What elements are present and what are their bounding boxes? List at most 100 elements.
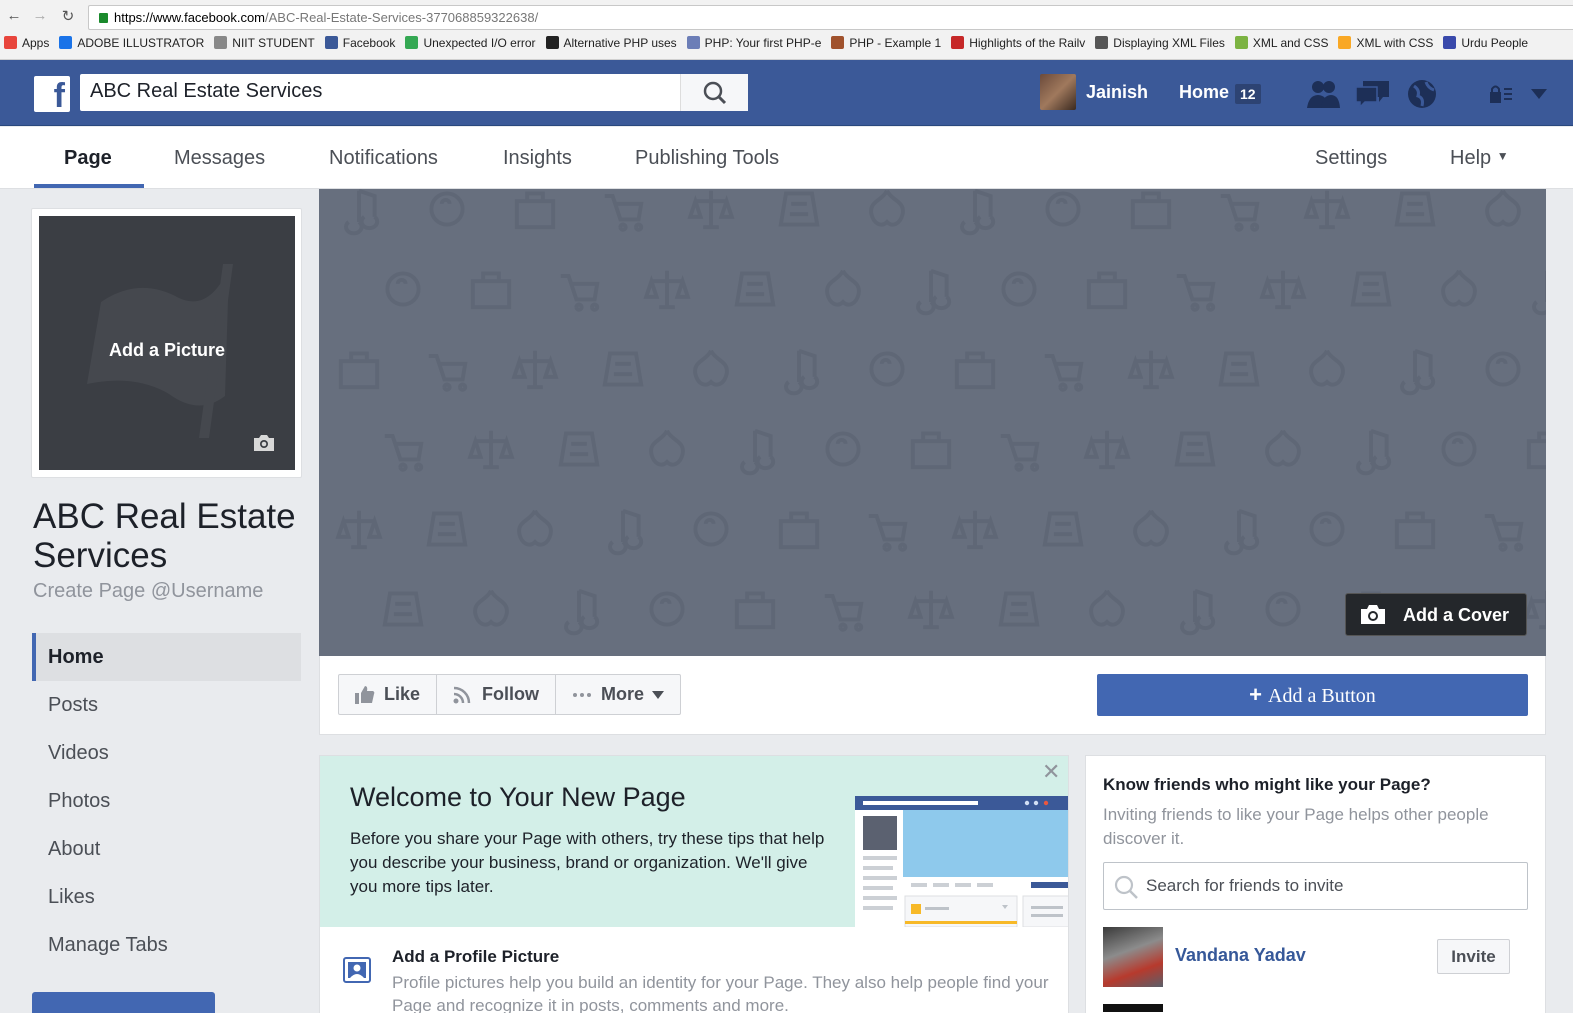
- cover-pattern-icon: [467, 430, 515, 470]
- cover-photo-placeholder[interactable]: [319, 189, 1546, 656]
- cover-pattern-icon: [344, 189, 380, 236]
- tab-publishing-tools[interactable]: Publishing Tools: [635, 147, 779, 170]
- left-nav-about[interactable]: About: [32, 825, 301, 873]
- cover-pattern-icon: [1001, 271, 1037, 307]
- cover-pattern-icon: [869, 351, 905, 387]
- tab-insights[interactable]: Insights: [503, 147, 572, 170]
- reload-icon[interactable]: ↻: [58, 7, 78, 25]
- like-button[interactable]: Like: [339, 675, 438, 714]
- lock-icon: [99, 13, 108, 23]
- camera-icon[interactable]: [253, 434, 275, 452]
- bookmark-item[interactable]: Apps: [4, 36, 49, 50]
- left-nav-likes[interactable]: Likes: [32, 873, 301, 921]
- tip-body: Profile pictures help you build an ident…: [392, 973, 1049, 1013]
- globe-icon[interactable]: [1406, 78, 1438, 110]
- bookmark-item[interactable]: XML and CSS: [1234, 36, 1328, 50]
- cover-pattern-icon: [1130, 191, 1172, 230]
- search-input[interactable]: [80, 74, 670, 109]
- friend-name-link[interactable]: Vandana Yadav: [1175, 945, 1306, 966]
- user-name-link[interactable]: Jainish: [1086, 82, 1148, 103]
- close-icon[interactable]: ✕: [1042, 759, 1060, 785]
- add-picture-label: Add a Picture: [108, 340, 226, 360]
- add-cover-button[interactable]: Add a Cover: [1345, 593, 1527, 636]
- search-button[interactable]: [680, 74, 748, 111]
- follow-button[interactable]: Follow: [437, 675, 557, 714]
- cover-pattern-icon: [384, 434, 424, 472]
- cover-pattern-icon: [693, 349, 729, 387]
- facebook-logo-icon[interactable]: f: [34, 76, 70, 112]
- profile-picture-frame: Add a Picture: [31, 208, 302, 478]
- bookmark-item[interactable]: NIIT STUDENT: [214, 36, 315, 50]
- cover-pattern-icon: [604, 194, 644, 232]
- promote-button[interactable]: [32, 992, 215, 1013]
- friend-avatar[interactable]: [1103, 927, 1163, 987]
- profile-picture-tip[interactable]: Add a Profile Picture Profile pictures h…: [320, 927, 1068, 1013]
- left-nav-manage-tabs[interactable]: Manage Tabs: [32, 921, 301, 969]
- cover-pattern-icon: [1044, 354, 1084, 392]
- cover-pattern-icon: [869, 189, 905, 227]
- tab-settings[interactable]: Settings: [1315, 147, 1387, 170]
- search-icon: [703, 81, 727, 105]
- tab-messages[interactable]: Messages: [174, 147, 265, 170]
- bookmark-item[interactable]: PHP - Example 1: [831, 36, 941, 50]
- left-nav-videos[interactable]: Videos: [32, 729, 301, 777]
- user-avatar[interactable]: [1040, 74, 1076, 110]
- bookmark-item[interactable]: Urdu People: [1443, 36, 1528, 50]
- back-arrow-icon[interactable]: ←: [4, 7, 24, 24]
- cover-pattern-icon: [382, 591, 424, 627]
- left-nav-posts[interactable]: Posts: [32, 681, 301, 729]
- messages-icon[interactable]: [1355, 78, 1391, 108]
- friend-avatar[interactable]: [1103, 1004, 1163, 1012]
- cover-pattern-icon: [649, 591, 685, 627]
- tab-help[interactable]: Help ▼: [1450, 147, 1509, 170]
- bookmark-item[interactable]: Displaying XML Files: [1095, 36, 1225, 50]
- thumbs-up-icon: [355, 686, 375, 704]
- bookmark-label: Facebook: [342, 36, 396, 50]
- cover-pattern-icon: [960, 189, 996, 236]
- add-cover-label: Add a Cover: [1403, 605, 1510, 625]
- more-button[interactable]: More: [556, 675, 680, 714]
- bookmark-item[interactable]: Facebook: [324, 36, 396, 50]
- home-link[interactable]: Home: [1179, 82, 1229, 103]
- bookmark-item[interactable]: Unexpected I/O error: [405, 36, 536, 50]
- search-icon: [1114, 875, 1138, 899]
- bookmark-label: Urdu People: [1461, 36, 1529, 50]
- friends-icon[interactable]: [1305, 78, 1341, 108]
- profile-picture-placeholder[interactable]: Add a Picture: [39, 216, 295, 470]
- bookmark-favicon-icon: [1443, 36, 1457, 49]
- left-nav-photos[interactable]: Photos: [32, 777, 301, 825]
- cover-pattern-icon: [1220, 194, 1260, 232]
- cover-pattern-icon: [740, 428, 776, 476]
- address-bar[interactable]: https://www.facebook.com/ABC-Real-Estate…: [88, 5, 1573, 30]
- add-a-button[interactable]: + Add a Button: [1097, 674, 1528, 716]
- create-username-link[interactable]: Create Page @Username: [33, 580, 263, 603]
- invite-button[interactable]: Invite: [1437, 939, 1510, 974]
- bookmark-item[interactable]: ADOBE ILLUSTRATOR: [59, 36, 204, 50]
- camera-icon: [1361, 605, 1385, 624]
- bookmark-favicon-icon: [324, 36, 338, 49]
- bookmark-item[interactable]: XML with CSS: [1338, 36, 1433, 50]
- bookmark-item[interactable]: PHP: Your first PHP-e: [686, 36, 821, 50]
- cover-pattern-icon: [1441, 431, 1477, 467]
- bookmark-item[interactable]: Alternative PHP uses: [545, 36, 677, 50]
- bookmark-label: NIIT STUDENT: [232, 36, 315, 50]
- friend-search-input[interactable]: [1146, 869, 1516, 903]
- bookmark-label: Alternative PHP uses: [563, 36, 677, 50]
- tab-notifications[interactable]: Notifications: [329, 147, 438, 170]
- bookmark-favicon-icon: [545, 36, 559, 49]
- bookmark-item[interactable]: Highlights of the Railv: [951, 36, 1085, 50]
- url-path: /ABC-Real-Estate-Services-37706885932263…: [265, 10, 539, 25]
- forward-arrow-icon[interactable]: →: [30, 7, 50, 24]
- bookmark-favicon-icon: [831, 36, 845, 49]
- browser-chrome: ← → ↻ https://www.facebook.com/ABC-Real-…: [0, 0, 1573, 60]
- account-menu-chevron-icon[interactable]: [1531, 88, 1547, 100]
- privacy-icon[interactable]: [1488, 84, 1516, 104]
- cover-pattern-icon: [1309, 349, 1345, 387]
- bookmark-label: Highlights of the Railv: [969, 36, 1086, 50]
- cover-pattern-icon: [1265, 591, 1301, 627]
- tab-page[interactable]: Page: [64, 147, 112, 170]
- bookmark-label: Apps: [22, 36, 50, 50]
- left-nav-home[interactable]: Home: [32, 633, 301, 681]
- cover-pattern-icon: [1350, 271, 1392, 307]
- cover-pattern-icon: [564, 588, 600, 636]
